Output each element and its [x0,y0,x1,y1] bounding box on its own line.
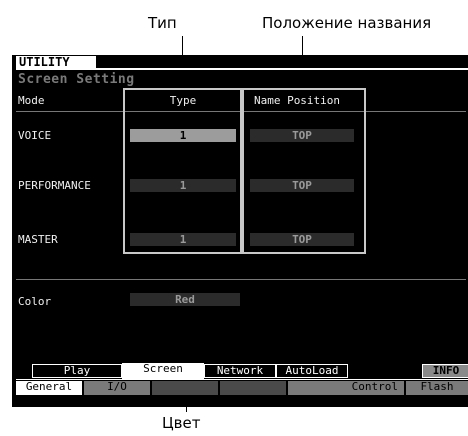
tab-network[interactable]: Network [204,364,276,378]
tab-play[interactable]: Play [32,364,122,378]
tab-general[interactable]: General [16,381,82,395]
name-position-column-highlight [242,88,366,254]
tab-io[interactable]: I/O [84,381,150,395]
color-row-label: Color [18,295,52,308]
color-callout: Цвет [162,414,201,432]
name-position-callout: Положение названия [262,14,432,32]
info-button[interactable]: INFO [422,364,468,378]
performance-row-label: PERFORMANCE [18,179,91,192]
voice-row-label: VOICE [18,129,52,142]
tab-autoload[interactable]: AutoLoad [276,364,348,378]
type-callout: Тип [148,14,177,32]
type-column-highlight [123,88,242,254]
tab-screen[interactable]: Screen [122,363,204,379]
tab-flash[interactable]: Flash [406,381,468,395]
lcd-screen: UTILITY Screen Setting Mode Type Name Po… [12,55,468,407]
section-divider [16,279,466,280]
tab-empty-1 [152,381,218,395]
tab-control[interactable]: Control [288,381,404,395]
header-divider [16,68,468,70]
mode-column-header: Mode [18,94,45,107]
tab-row-divider [16,379,468,380]
tab-empty-2 [220,381,286,395]
color-field[interactable]: Red [130,293,240,306]
master-row-label: MASTER [18,233,58,246]
page-title: Screen Setting [18,72,135,87]
